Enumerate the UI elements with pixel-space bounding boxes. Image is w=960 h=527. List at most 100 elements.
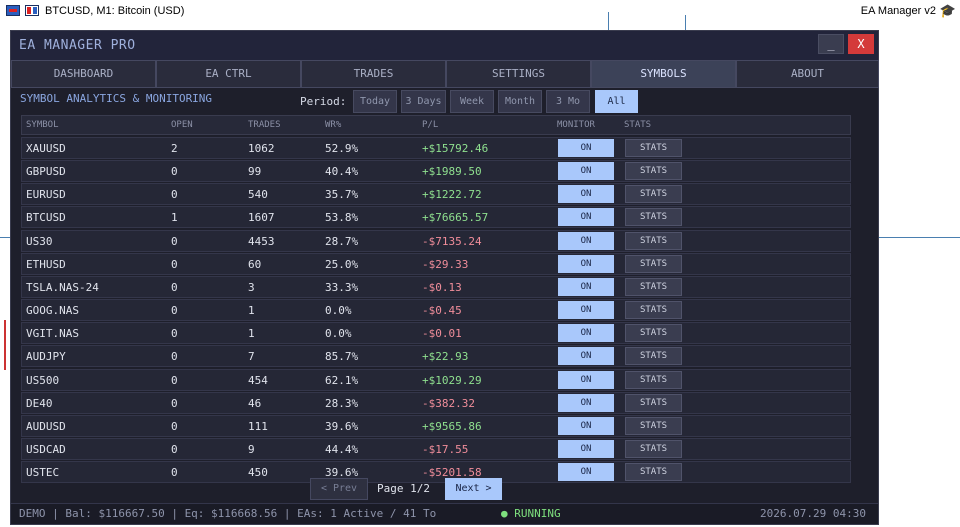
symbol-cell: GOOG.NAS — [26, 304, 79, 318]
pl-cell: +$1029.29 — [422, 373, 482, 387]
table-row: VGIT.NAS 0 1 0.0% -$0.01 ON STATS — [21, 322, 851, 345]
stats-button[interactable]: STATS — [625, 370, 682, 389]
stats-button[interactable]: STATS — [625, 277, 682, 296]
open-cell: 0 — [171, 396, 178, 410]
open-cell: 0 — [171, 350, 178, 364]
table-row: XAUUSD 2 1062 52.9% +$15792.46 ON STATS — [21, 137, 851, 159]
pl-cell: -$382.32 — [422, 396, 475, 410]
pl-cell: +$15792.46 — [422, 142, 489, 155]
tab-about[interactable]: ABOUT — [736, 60, 879, 88]
monitor-toggle-button[interactable]: ON — [558, 231, 614, 250]
stats-button[interactable]: STATS — [625, 463, 682, 482]
stats-button[interactable]: STATS — [625, 393, 682, 412]
monitor-toggle-button[interactable]: ON — [558, 439, 614, 458]
app-title: EA MANAGER PRO — [19, 38, 136, 53]
monitor-toggle-button[interactable]: ON — [558, 347, 614, 366]
period-month-button[interactable]: Month — [498, 90, 542, 113]
running-status: ● RUNNING — [501, 507, 561, 520]
monitor-toggle-button[interactable]: ON — [558, 463, 614, 482]
trades-cell: 540 — [248, 188, 268, 202]
next-page-button[interactable]: Next > — [445, 478, 502, 500]
chart-gridline — [0, 237, 10, 238]
table-row: EURUSD 0 540 35.7% +$1222.72 ON STATS — [21, 183, 851, 206]
stats-button[interactable]: STATS — [625, 324, 682, 343]
open-cell: 0 — [171, 373, 178, 387]
chart-price-line — [4, 320, 6, 370]
table-row: TSLA.NAS-24 0 3 33.3% -$0.13 ON STATS — [21, 275, 851, 298]
col-symbol: SYMBOL — [26, 120, 59, 130]
trades-cell: 111 — [248, 419, 268, 433]
monitor-toggle-button[interactable]: ON — [558, 185, 614, 204]
graduation-cap-icon: 🎓 — [939, 3, 956, 18]
period-today-button[interactable]: Today — [353, 90, 397, 113]
panel-titlebar[interactable]: EA MANAGER PRO _ X — [11, 31, 878, 60]
stats-button[interactable]: STATS — [625, 139, 682, 157]
symbol-cell: TSLA.NAS-24 — [26, 280, 99, 294]
stats-button[interactable]: STATS — [625, 439, 682, 458]
open-cell: 2 — [171, 142, 178, 155]
stats-button[interactable]: STATS — [625, 231, 682, 250]
trades-cell: 7 — [248, 350, 255, 364]
table-row: DE40 0 46 28.3% -$382.32 ON STATS — [21, 391, 851, 414]
period-week-button[interactable]: Week — [450, 90, 494, 113]
stats-button[interactable]: STATS — [625, 301, 682, 320]
table-row: AUDUSD 0 111 39.6% +$9565.86 ON STATS — [21, 414, 851, 437]
table-row: US500 0 454 62.1% +$1029.29 ON STATS — [21, 368, 851, 391]
table-row: GBPUSD 0 99 40.4% +$1989.50 ON STATS — [21, 160, 851, 183]
stats-button[interactable]: STATS — [625, 254, 682, 273]
tab-ea-ctrl[interactable]: EA CTRL — [156, 60, 301, 88]
symbol-cell: AUDJPY — [26, 350, 66, 364]
trades-cell: 1062 — [248, 142, 275, 155]
status-bar: DEMO | Bal: $116667.50 | Eq: $116668.56 … — [11, 503, 878, 524]
open-cell: 0 — [171, 234, 178, 248]
trades-cell: 1 — [248, 327, 255, 341]
ea-label: EA Manager v2 — [860, 5, 936, 17]
close-button[interactable]: X — [848, 34, 874, 54]
page-indicator: Page 1/2 — [377, 482, 430, 495]
pl-cell: -$17.55 — [422, 442, 469, 456]
chart-title: BTCUSD, M1: Bitcoin (USD) — [45, 5, 185, 17]
tab-trades[interactable]: TRADES — [301, 60, 446, 88]
open-cell: 0 — [171, 257, 178, 271]
monitor-toggle-button[interactable]: ON — [558, 324, 614, 343]
monitor-toggle-button[interactable]: ON — [558, 416, 614, 435]
col-trades: TRADES — [248, 120, 281, 130]
open-cell: 0 — [171, 442, 178, 456]
col-pl: P/L — [422, 120, 439, 130]
monitor-toggle-button[interactable]: ON — [558, 162, 614, 181]
open-cell: 0 — [171, 466, 178, 480]
period-3days-button[interactable]: 3 Days — [401, 90, 446, 113]
monitor-toggle-button[interactable]: ON — [558, 370, 614, 389]
stats-button[interactable]: STATS — [625, 416, 682, 435]
table-row: AUDJPY 0 7 85.7% +$22.93 ON STATS — [21, 345, 851, 368]
monitor-toggle-button[interactable]: ON — [558, 393, 614, 412]
stats-button[interactable]: STATS — [625, 185, 682, 204]
prev-page-button[interactable]: < Prev — [310, 478, 368, 500]
open-cell: 0 — [171, 419, 178, 433]
pl-cell: +$9565.86 — [422, 419, 482, 433]
open-cell: 0 — [171, 304, 178, 318]
monitor-toggle-button[interactable]: ON — [558, 254, 614, 273]
trades-cell: 3 — [248, 280, 255, 294]
monitor-toggle-button[interactable]: ON — [558, 139, 614, 157]
tab-settings[interactable]: SETTINGS — [446, 60, 591, 88]
symbol-cell: US500 — [26, 373, 60, 387]
minimize-button[interactable]: _ — [818, 34, 844, 54]
symbol-cell: VGIT.NAS — [26, 327, 79, 341]
stats-button[interactable]: STATS — [625, 347, 682, 366]
period-3mo-button[interactable]: 3 Mo — [546, 90, 590, 113]
monitor-toggle-button[interactable]: ON — [558, 301, 614, 320]
period-all-button[interactable]: All — [595, 90, 638, 113]
monitor-toggle-button[interactable]: ON — [558, 208, 614, 227]
tab-symbols[interactable]: SYMBOLS — [591, 60, 736, 88]
symbol-cell: DE40 — [26, 396, 53, 410]
pl-cell: +$22.93 — [422, 350, 469, 364]
symbol-cell: EURUSD — [26, 188, 66, 202]
table-row: USDCAD 0 9 44.4% -$17.55 ON STATS — [21, 437, 851, 460]
pl-cell: -$0.45 — [422, 304, 462, 318]
stats-button[interactable]: STATS — [625, 208, 682, 227]
tab-dashboard[interactable]: DASHBOARD — [11, 60, 156, 88]
symbol-cell: BTCUSD — [26, 211, 66, 225]
stats-button[interactable]: STATS — [625, 162, 682, 181]
monitor-toggle-button[interactable]: ON — [558, 277, 614, 296]
